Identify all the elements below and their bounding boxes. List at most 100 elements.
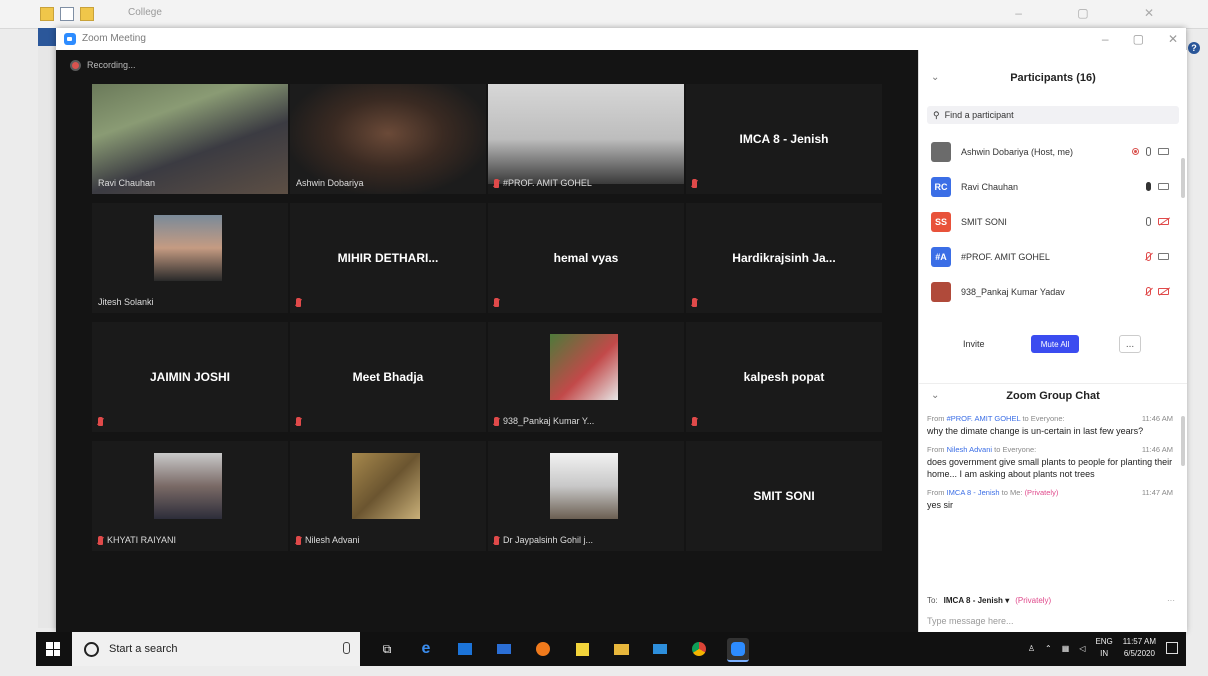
firefox-icon[interactable] — [532, 638, 554, 660]
mic-muted-icon — [692, 298, 697, 307]
participant-search-input[interactable]: ⚲ Find a participant — [927, 106, 1179, 124]
video-tile[interactable]: JAIMIN JOSHI — [92, 322, 288, 432]
participant-row[interactable]: SS SMIT SONI — [919, 204, 1177, 239]
video-tile[interactable]: Dr Jaypalsinh Gohil j... — [488, 441, 684, 551]
video-tile[interactable]: hemal vyas — [488, 203, 684, 313]
avatar: #A — [931, 246, 951, 267]
video-tile[interactable]: Jitesh Solanki — [92, 203, 288, 313]
video-tile[interactable]: SMIT SONI — [686, 441, 882, 551]
recording-icon — [1132, 148, 1139, 155]
participant-video — [352, 453, 420, 519]
mic-muted-icon — [98, 535, 103, 545]
volume-icon[interactable]: ◁ — [1079, 644, 1085, 653]
tile-name: Ravi Chauhan — [98, 178, 156, 188]
mic-muted-icon — [296, 417, 301, 426]
microphone-icon[interactable] — [343, 642, 350, 654]
zoom-taskbar-icon[interactable] — [727, 638, 749, 662]
camera-icon[interactable] — [1158, 253, 1169, 260]
edge-icon[interactable]: e — [415, 638, 437, 660]
message-from-prefix: From — [927, 445, 945, 454]
chat-more-icon[interactable]: ··· — [1167, 596, 1175, 605]
tile-name: 938_Pankaj Kumar Y... — [503, 416, 595, 426]
store-icon[interactable] — [454, 638, 476, 660]
camera-icon[interactable] — [1158, 148, 1169, 155]
recipient-select[interactable]: IMCA 8 - Jenish ▾ — [944, 596, 1010, 605]
mic-muted-icon — [296, 298, 301, 307]
background-window-controls[interactable]: – ▢ ✕ — [1015, 6, 1180, 20]
mic-icon[interactable] — [1146, 182, 1151, 191]
participant-video — [488, 84, 684, 184]
language-top: ENG — [1095, 637, 1113, 646]
video-tile[interactable]: IMCA 8 - Jenish — [686, 84, 882, 194]
participant-row[interactable]: RC Ravi Chauhan — [919, 169, 1177, 204]
camera-off-icon[interactable] — [1158, 218, 1169, 225]
minimize-icon[interactable]: – — [1102, 32, 1109, 46]
participants-scrollbar[interactable] — [1181, 158, 1185, 198]
participant-row[interactable]: #A #PROF. AMIT GOHEL — [919, 239, 1177, 274]
recording-indicator[interactable]: Recording... — [72, 60, 136, 70]
video-tile[interactable]: Hardikrajsinh Ja... — [686, 203, 882, 313]
quick-access-toolbar[interactable] — [40, 7, 94, 21]
windows-start-icon[interactable] — [46, 642, 60, 656]
participant-name: 938_Pankaj Kumar Yadav — [961, 286, 1065, 297]
message-time: 11:46 AM — [1141, 414, 1173, 423]
taskbar-search-input[interactable]: Start a search — [72, 632, 360, 666]
mic-icon[interactable] — [1146, 147, 1151, 156]
chrome-icon[interactable] — [688, 638, 710, 660]
mic-muted-icon — [296, 535, 301, 545]
tile-name-label: 938_Pankaj Kumar Y... — [494, 416, 594, 426]
app-icon[interactable] — [649, 638, 671, 660]
video-tile[interactable]: Ashwin Dobariya — [290, 84, 486, 194]
zoom-window-title: Zoom Meeting — [82, 33, 146, 44]
video-tile[interactable]: #PROF. AMIT GOHEL — [488, 84, 684, 194]
maximize-icon[interactable]: ▢ — [1133, 32, 1144, 46]
file-explorer-icon[interactable] — [610, 638, 632, 660]
mail-icon[interactable] — [493, 638, 515, 660]
message-recipient: to Me: — [1001, 488, 1023, 497]
chat-scrollbar[interactable] — [1181, 416, 1185, 466]
participant-row[interactable]: Ashwin Dobariya (Host, me) — [919, 134, 1177, 169]
video-tile[interactable]: Ravi Chauhan — [92, 84, 288, 194]
tile-name: Dr Jaypalsinh Gohil j... — [503, 535, 594, 545]
mic-muted-icon[interactable] — [1146, 252, 1151, 261]
mic-muted-icon[interactable] — [1146, 287, 1151, 296]
message-sender[interactable]: IMCA 8 - Jenish — [947, 488, 1000, 497]
chat-message-input[interactable]: Type message here... — [927, 616, 1014, 626]
chat-message: From #PROF. AMIT GOHEL to Everyone: 11:4… — [927, 414, 1173, 437]
cortana-icon — [84, 641, 99, 657]
mute-all-button[interactable]: Mute All — [1031, 335, 1079, 353]
notification-icon[interactable] — [1166, 642, 1178, 654]
message-time: 11:47 AM — [1141, 488, 1173, 497]
chat-messages: From #PROF. AMIT GOHEL to Everyone: 11:4… — [927, 414, 1173, 519]
mic-icon[interactable] — [1146, 217, 1151, 226]
camera-icon[interactable] — [1158, 183, 1169, 190]
chevron-up-icon[interactable]: ⌃ — [1045, 644, 1052, 653]
network-icon[interactable]: ▦ — [1062, 644, 1070, 653]
clock-time: 11:57 AM — [1122, 637, 1156, 646]
mic-muted-icon — [494, 535, 499, 545]
video-tile[interactable]: MIHIR DETHARI... — [290, 203, 486, 313]
video-tile[interactable]: KHYATI RAIYANI — [92, 441, 288, 551]
language-indicator[interactable]: ENG IN — [1095, 636, 1112, 660]
task-view-icon[interactable]: ⧉ — [376, 638, 398, 660]
sticky-notes-icon[interactable] — [571, 638, 593, 660]
video-tile[interactable]: kalpesh popat — [686, 322, 882, 432]
message-sender[interactable]: #PROF. AMIT GOHEL — [947, 414, 1021, 423]
tile-mute-indicator — [692, 179, 697, 188]
tile-name: SMIT SONI — [753, 489, 815, 503]
video-tile[interactable]: 938_Pankaj Kumar Y... — [488, 322, 684, 432]
video-tile[interactable]: Meet Bhadja — [290, 322, 486, 432]
camera-off-icon[interactable] — [1158, 288, 1169, 295]
message-sender[interactable]: Nilesh Advani — [947, 445, 992, 454]
video-tile[interactable]: Nilesh Advani — [290, 441, 486, 551]
help-icon[interactable]: ? — [1188, 42, 1200, 54]
invite-button[interactable]: Invite — [963, 339, 985, 349]
close-icon[interactable]: ✕ — [1168, 32, 1178, 46]
message-private-tag: (Privately) — [1024, 488, 1059, 497]
people-icon[interactable]: ♙ — [1028, 644, 1035, 653]
participant-row[interactable]: 938_Pankaj Kumar Yadav — [919, 274, 1177, 309]
mic-muted-icon — [98, 417, 103, 426]
more-options-button[interactable]: ... — [1119, 335, 1141, 353]
zoom-window-controls: – ▢ ✕ — [1102, 32, 1178, 46]
clock[interactable]: 11:57 AM 6/5/2020 — [1123, 636, 1156, 660]
